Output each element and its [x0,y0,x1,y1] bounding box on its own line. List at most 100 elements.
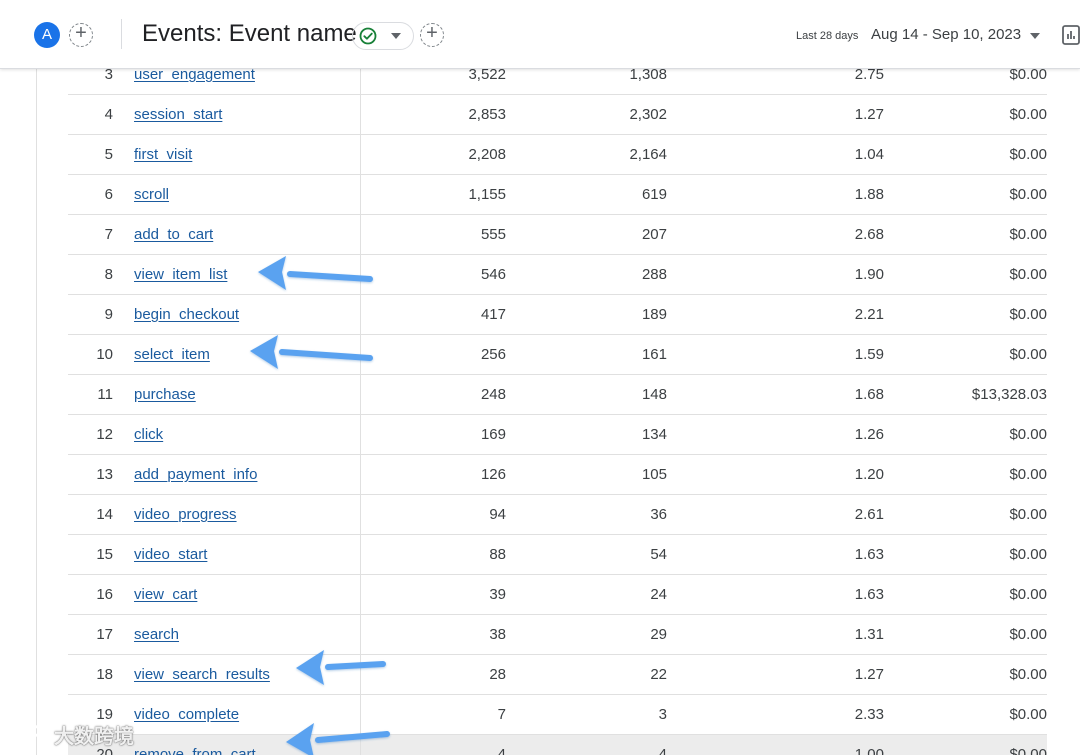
date-dropdown-icon[interactable] [1030,33,1040,39]
event-name-link[interactable]: view_search_results [134,666,270,683]
table-row[interactable]: 4 session_start 2,853 2,302 1.27 $0.00 [68,94,1047,135]
table-row[interactable]: 10 select_item 256 161 1.59 $0.00 [68,334,1047,375]
row-rank: 4 [104,106,113,123]
events-per-user-cell: 1.59 [667,334,884,375]
total-revenue-cell: $0.00 [1009,146,1047,163]
date-range-picker[interactable]: Aug 14 - Sep 10, 2023 [871,26,1021,43]
total-revenue-cell: $0.00 [884,174,1047,215]
event-name-link[interactable]: add_payment_info [134,466,257,483]
table-row[interactable]: 11 purchase 248 148 1.68 $13,328.03 [68,374,1047,415]
table-row[interactable]: 14 video_progress 94 36 2.61 $0.00 [68,494,1047,535]
total-revenue-cell: $0.00 [1009,586,1047,603]
row-rank: 12 [68,414,113,455]
event-name-link[interactable]: click [134,426,163,443]
total-users-cell: 161 [641,346,667,363]
events-per-user-cell: 1.63 [854,586,884,603]
table-row[interactable]: 17 search 38 29 1.31 $0.00 [68,614,1047,655]
row-rank: 8 [68,254,113,295]
total-revenue-cell: $0.00 [1009,506,1047,523]
bar-chart-icon[interactable] [1062,25,1080,45]
event-name-link[interactable]: remove_from_cart [134,746,256,755]
table-row[interactable]: 19 video_complete 7 3 2.33 $0.00 [68,694,1047,735]
total-users-cell: 189 [641,306,667,323]
table-row[interactable]: 12 click 169 134 1.26 $0.00 [68,414,1047,455]
total-revenue-cell: $0.00 [884,734,1047,755]
total-revenue-cell: $0.00 [884,494,1047,535]
event-name-cell: remove_from_cart [113,734,361,755]
row-rank: 16 [96,586,113,603]
events-per-user-cell: 1.27 [667,654,884,695]
event-name-link[interactable]: view_cart [134,586,197,603]
events-per-user-cell: 1.27 [854,106,884,123]
row-rank: 10 [68,334,113,375]
report-status-dropdown[interactable] [352,22,414,50]
event-name-link[interactable]: search [134,626,179,643]
event-count-cell: 256 [360,334,506,375]
add-comparison-button[interactable]: + [69,23,93,47]
events-per-user-cell: 1.31 [854,626,884,643]
table-row[interactable]: 8 view_item_list 546 288 1.90 $0.00 [68,254,1047,295]
total-revenue-cell: $0.00 [884,694,1047,735]
table-row[interactable]: 9 begin_checkout 417 189 2.21 $0.00 [68,294,1047,335]
event-name-link[interactable]: session_start [134,106,222,123]
events-per-user-cell: 2.33 [854,706,884,723]
event-count-cell: 94 [360,494,506,535]
total-users-cell: 22 [506,654,667,695]
row-rank: 14 [68,494,113,535]
events-per-user-cell: 1.26 [854,426,884,443]
table-row[interactable]: 18 view_search_results 28 22 1.27 $0.00 [68,654,1047,695]
event-name-link[interactable]: video_start [134,546,207,563]
event-count-cell: 1,155 [360,174,506,215]
add-filter-button[interactable]: + [420,23,444,47]
event-name-link[interactable]: scroll [134,186,169,203]
event-count-cell: 2,208 [360,134,506,175]
table-row[interactable]: 20 remove_from_cart 4 4 1.00 $0.00 [68,734,1047,755]
total-users-cell: 161 [506,334,667,375]
event-count-cell: 38 [489,626,506,643]
events-per-user-cell: 1.00 [667,734,884,755]
event-count-cell: 546 [360,254,506,295]
table-row[interactable]: 13 add_payment_info 126 105 1.20 $0.00 [68,454,1047,495]
table-row[interactable]: 15 video_start 88 54 1.63 $0.00 [68,534,1047,575]
event-count-cell: 2,853 [360,94,506,135]
event-name-link[interactable]: first_visit [134,146,192,163]
event-name-cell: session_start [113,94,361,135]
event-name-cell: first_visit [113,134,361,175]
event-name-link[interactable]: purchase [134,386,196,403]
event-name-link[interactable]: select_item [134,346,210,363]
chevron-down-icon [391,33,401,39]
event-name-link[interactable]: video_progress [134,506,237,523]
total-revenue-cell: $0.00 [884,454,1047,495]
report-header: A + Events: Event name + Last 28 days Au… [0,0,1080,69]
total-revenue-cell: $0.00 [1009,346,1047,363]
event-name-link[interactable]: video_complete [134,706,239,723]
total-users-cell: 2,164 [506,134,667,175]
event-name-link[interactable]: begin_checkout [134,306,239,323]
row-rank: 12 [96,426,113,443]
total-users-cell: 29 [650,626,667,643]
table-row[interactable]: 16 view_cart 39 24 1.63 $0.00 [68,574,1047,615]
watermark-logo-icon [10,724,48,743]
table-row[interactable]: 7 add_to_cart 555 207 2.68 $0.00 [68,214,1047,255]
event-count-cell: 39 [489,586,506,603]
row-rank: 11 [97,386,113,403]
events-per-user-cell: 2.68 [854,226,884,243]
event-count-cell: 4 [497,746,506,755]
event-name-link[interactable]: view_item_list [134,266,227,283]
event-count-cell: 546 [480,266,506,283]
watermark: 大数跨境 [8,718,134,750]
table-row[interactable]: 6 scroll 1,155 619 1.88 $0.00 [68,174,1047,215]
account-avatar[interactable]: A [34,22,60,48]
event-count-cell: 126 [360,454,506,495]
total-users-cell: 3 [658,706,667,723]
date-range-caption: Last 28 days [796,30,859,42]
row-rank: 14 [96,506,113,523]
row-rank: 9 [68,294,113,335]
event-name-link[interactable]: add_to_cart [134,226,213,243]
event-count-cell: 88 [360,534,506,575]
table-row[interactable]: 5 first_visit 2,208 2,164 1.04 $0.00 [68,134,1047,175]
events-per-user-cell: 2.21 [667,294,884,335]
event-name-cell: video_complete [113,694,361,735]
total-revenue-cell: $0.00 [1009,226,1047,243]
total-revenue-cell: $0.00 [1009,666,1047,683]
